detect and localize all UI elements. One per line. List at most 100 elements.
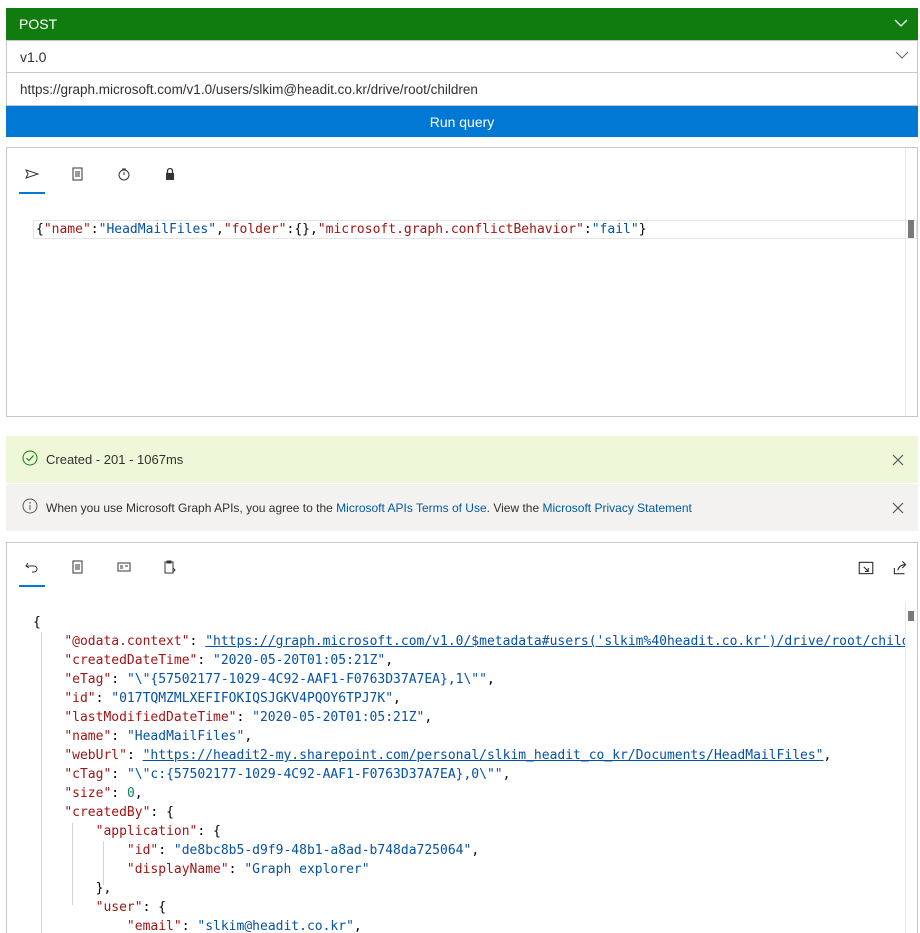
json-line: "name": "HeadMailFiles",: [33, 727, 905, 746]
json-key: "@odata.context": [64, 634, 190, 649]
json-string-value: "017TQMZMLXEFIFOKIQSJGKV4PQOY6TPJ7K": [111, 691, 394, 706]
json-key: "createdDateTime": [64, 653, 198, 668]
share-icon[interactable]: [891, 559, 909, 577]
lock-icon: [162, 166, 178, 194]
json-line: "lastModifiedDateTime": "2020-05-20T01:0…: [33, 708, 905, 727]
api-version-value: v1.0: [20, 48, 47, 65]
json-key: "webUrl": [64, 748, 127, 763]
status-text: Created - 201 - 1067ms: [46, 452, 184, 467]
json-colon: :: [236, 710, 253, 725]
indent-guide: [103, 841, 105, 885]
chevron-down-icon: [894, 16, 908, 33]
json-url-value[interactable]: "https://graph.microsoft.com/v1.0/$metad…: [205, 634, 905, 649]
check-circle-icon: [22, 450, 38, 469]
json-key: "id": [64, 691, 96, 706]
query-url-input[interactable]: https://graph.microsoft.com/v1.0/users/s…: [6, 73, 918, 106]
request-body-editor[interactable]: {"name":"HeadMailFiles","folder":{},"mic…: [33, 220, 917, 239]
json-colon: :: [111, 672, 127, 687]
indent-guide: [72, 823, 73, 905]
id-card-icon: [116, 559, 132, 587]
json-line: },: [33, 879, 905, 898]
json-colon: :: [111, 767, 127, 782]
response-scroll-thumb[interactable]: [908, 611, 914, 621]
json-key: "displayName": [126, 862, 229, 877]
request-headers-tab[interactable]: [65, 162, 91, 194]
json-key-name: "name": [43, 222, 91, 237]
chevron-down-icon: [895, 48, 909, 65]
toolkit-component-tab[interactable]: [157, 555, 183, 587]
terms-of-use-link[interactable]: Microsoft APIs Terms of Use: [336, 501, 487, 515]
request-scroll-thumb[interactable]: [908, 220, 914, 238]
json-string-value: "\"c:{57502177-1029-4C92-AAF1-F0763D37A7…: [126, 767, 503, 782]
json-comma: ,: [385, 653, 394, 668]
run-query-button[interactable]: Run query: [6, 106, 918, 137]
info-icon: [22, 498, 38, 517]
api-version-dropdown[interactable]: v1.0: [6, 40, 918, 73]
json-colon: :: [95, 691, 112, 706]
json-key: "eTag": [64, 672, 112, 687]
json-colon: :: [197, 824, 214, 839]
json-comma: ,: [134, 786, 143, 801]
json-line: "createdBy": {: [33, 803, 905, 822]
json-comma: ,: [486, 672, 495, 687]
json-brace-open: {: [36, 222, 44, 237]
document-icon: [70, 166, 86, 194]
request-body-tab[interactable]: [19, 162, 45, 194]
modify-permissions-tab[interactable]: [111, 162, 137, 194]
json-string-value: "HeadMailFiles": [126, 729, 245, 744]
json-line: "application": {: [33, 822, 905, 841]
response-preview-tab[interactable]: [19, 555, 45, 587]
json-colon: :: [111, 786, 127, 801]
json-key-folder: "folder": [223, 222, 287, 237]
json-string-value: "2020-05-20T01:05:21Z": [252, 710, 425, 725]
json-line: "eTag": "\"{57502177-1029-4C92-AAF1-F076…: [33, 670, 905, 689]
send-icon: [24, 166, 40, 192]
close-icon[interactable]: [888, 450, 908, 470]
privacy-statement-link[interactable]: Microsoft Privacy Statement: [542, 501, 691, 515]
json-brace-close: }: [638, 222, 647, 237]
json-root-open: {: [33, 615, 41, 630]
response-json-viewer[interactable]: { "@odata.context": "https://graph.micro…: [33, 613, 905, 933]
json-comma: ,: [424, 710, 433, 725]
request-scrollbar[interactable]: [905, 148, 917, 416]
json-string-value: "de8bc8b5-d9f9-48b1-a8ad-b748da725064": [173, 843, 472, 858]
indent-guide: [40, 632, 42, 933]
expand-icon[interactable]: [857, 559, 875, 577]
json-line: "email": "slkim@headit.co.kr",: [33, 917, 905, 933]
undo-arrow-icon: [24, 559, 40, 585]
json-key-conflict-behavior: "microsoft.graph.conflictBehavior": [317, 222, 584, 237]
json-url-value[interactable]: "https://headit2-my.sharepoint.com/perso…: [143, 748, 824, 763]
json-line: "@odata.context": "https://graph.microso…: [33, 632, 905, 651]
permissions-icon: [116, 166, 132, 194]
notice-text: When you use Microsoft Graph APIs, you a…: [46, 501, 888, 515]
response-headers-tab[interactable]: [65, 555, 91, 587]
json-key: "size": [64, 786, 112, 801]
json-key: "cTag": [64, 767, 112, 782]
code-snippets-tab[interactable]: [111, 555, 137, 587]
close-icon[interactable]: [888, 498, 908, 518]
json-line: "user": {: [33, 898, 905, 917]
http-method-dropdown[interactable]: POST: [6, 8, 918, 40]
json-comma: ,: [502, 767, 511, 782]
json-key: "lastModifiedDateTime": [64, 710, 237, 725]
request-panel: {"name":"HeadMailFiles","folder":{},"mic…: [6, 147, 918, 417]
json-key: "email": [126, 919, 182, 933]
json-colon: :: [158, 843, 174, 858]
json-brace-open: {: [213, 824, 221, 839]
json-key: "id": [126, 843, 159, 858]
json-line: "size": 0,: [33, 784, 905, 803]
response-panel: { "@odata.context": "https://graph.micro…: [6, 542, 918, 933]
http-method-value: POST: [19, 16, 58, 32]
json-colon: :: [228, 862, 245, 877]
json-comma: ,: [353, 919, 362, 933]
json-string-value: "Graph explorer": [244, 862, 370, 877]
json-comma: ,: [244, 729, 253, 744]
terms-notice-bar: When you use Microsoft Graph APIs, you a…: [6, 484, 918, 531]
access-token-tab[interactable]: [157, 162, 183, 194]
json-colon: :: [142, 900, 159, 915]
json-line: "webUrl": "https://headit2-my.sharepoint…: [33, 746, 905, 765]
response-scrollbar[interactable]: [905, 603, 917, 933]
json-line: "cTag": "\"c:{57502177-1029-4C92-AAF1-F0…: [33, 765, 905, 784]
status-bar: Created - 201 - 1067ms: [6, 436, 918, 483]
query-url-text: https://graph.microsoft.com/v1.0/users/s…: [20, 81, 478, 97]
